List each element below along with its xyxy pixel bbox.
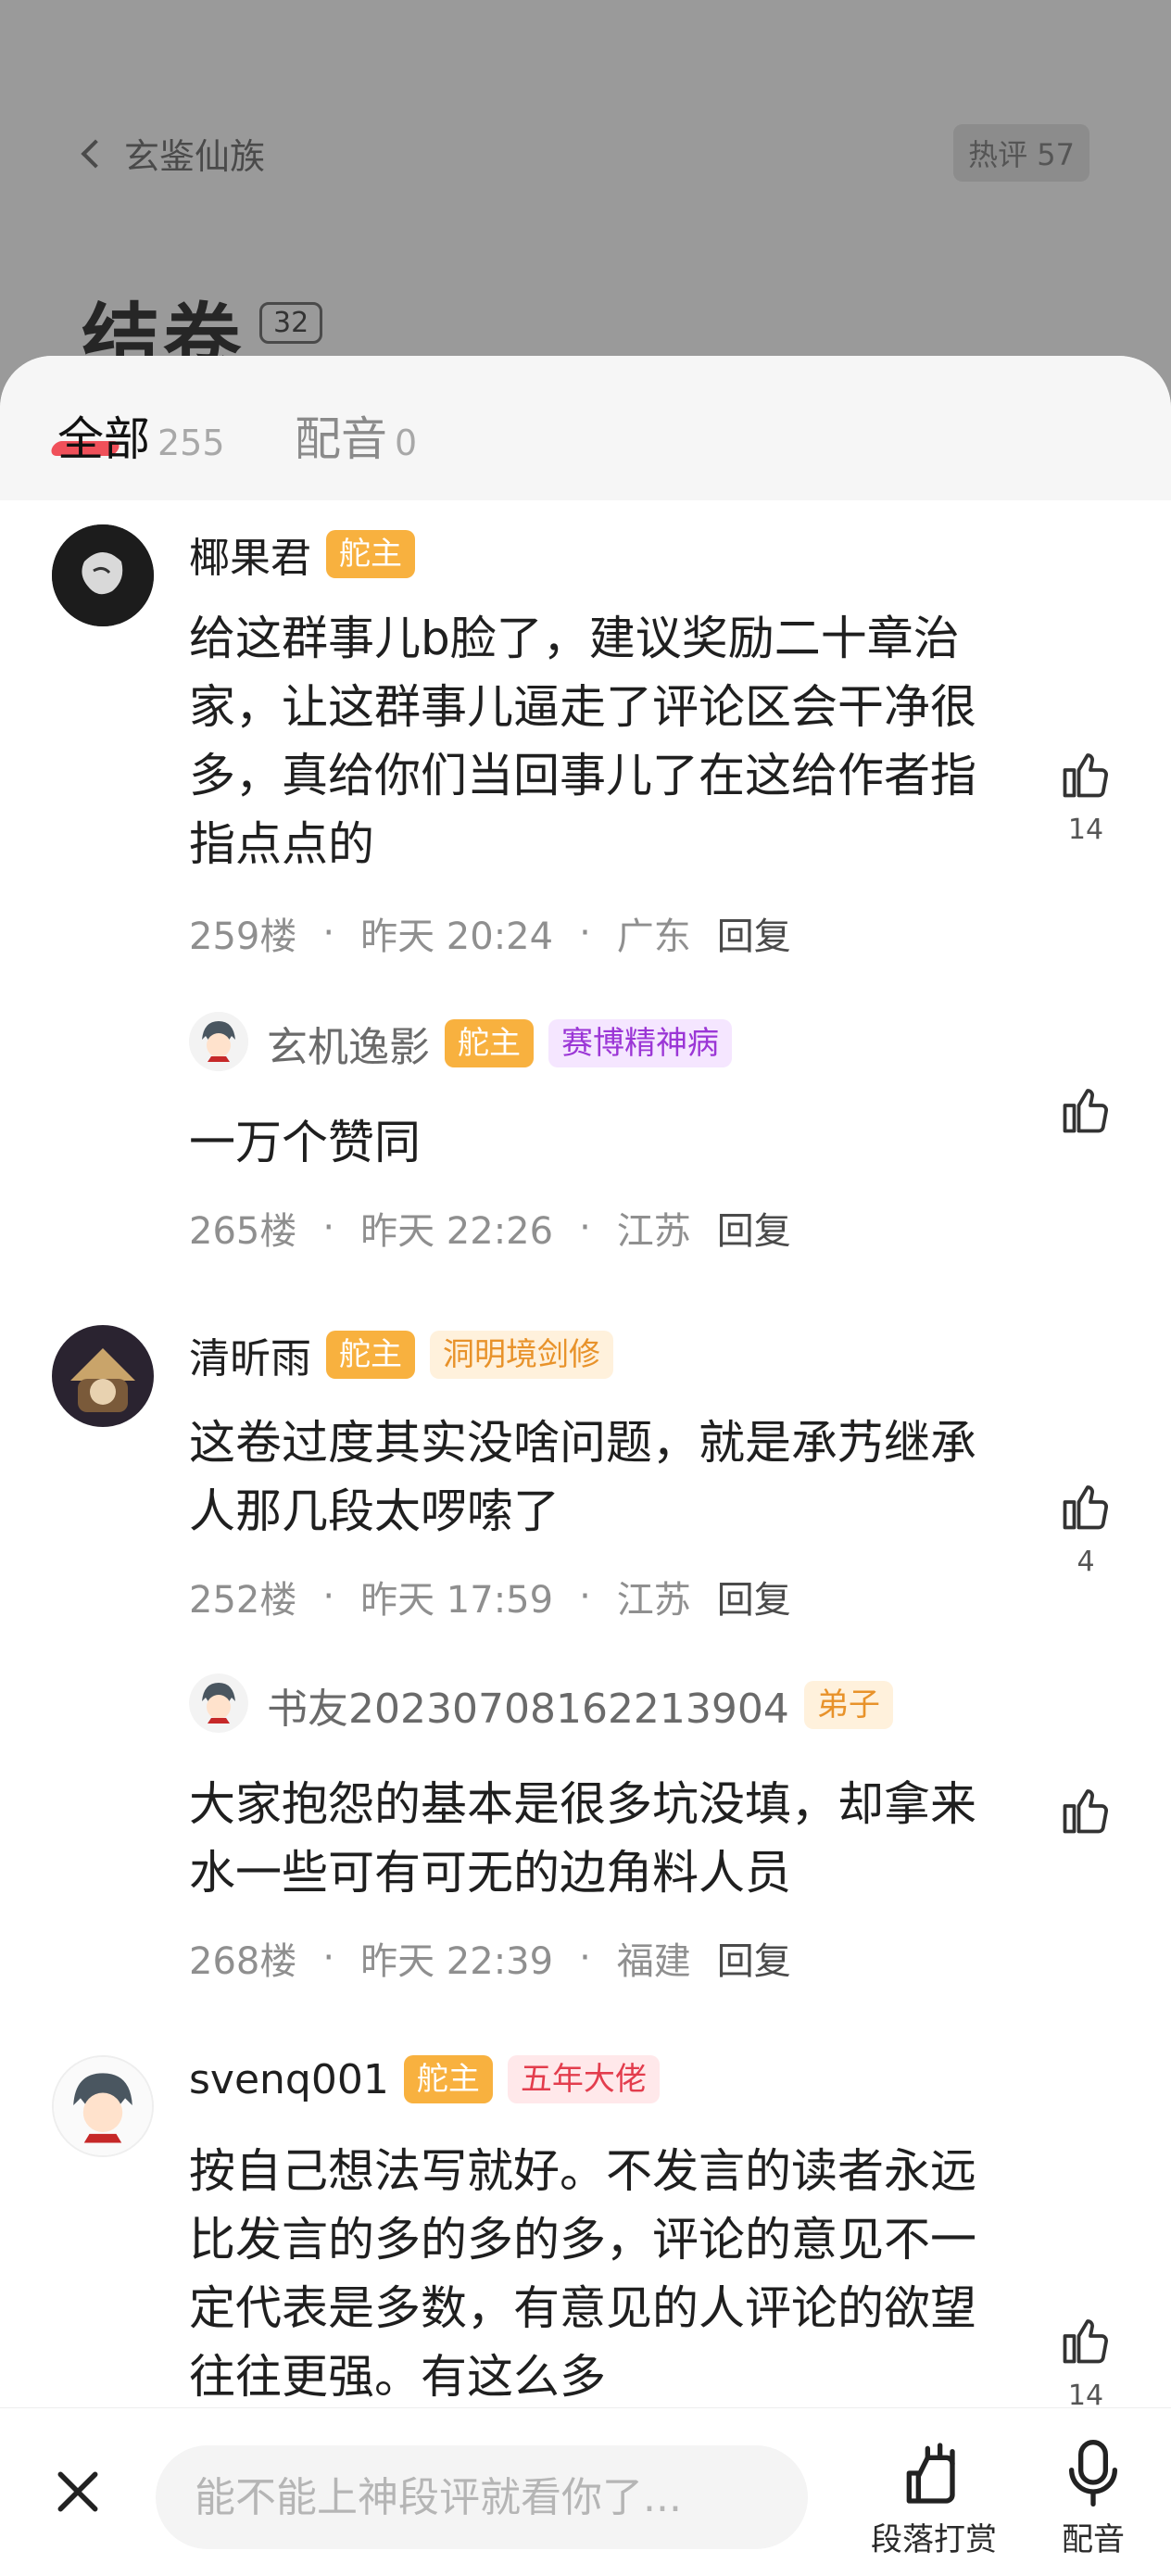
back-button[interactable]: 玄鉴仙族 xyxy=(81,128,266,179)
comment-header: 书友20230708162213904 弟子 xyxy=(267,1675,893,1735)
paragraph-tip-label: 段落打赏 xyxy=(871,2521,997,2558)
like-button[interactable] xyxy=(1056,1082,1115,1142)
comment-header: 清昕雨 舵主 洞明境剑修 xyxy=(189,1325,613,1384)
paragraph-tip-button[interactable]: 段落打赏 xyxy=(871,2436,997,2559)
comment-text[interactable]: 给这群事儿b脸了，建议奖励二十章治家，让这群事儿逼走了评论区会干净很多，真给你们… xyxy=(189,604,986,878)
comment-meta: 259楼 · 昨天 20:24 · 广东 回复 xyxy=(189,906,791,960)
floor-number: 268楼 xyxy=(189,1940,297,1983)
thumbs-up-icon xyxy=(1063,1089,1108,1133)
avatar[interactable] xyxy=(189,1673,248,1733)
username[interactable]: 清昕雨 xyxy=(189,1325,311,1384)
thumbs-up-icon xyxy=(1063,753,1108,798)
avatar-image-icon xyxy=(52,1325,154,1427)
like-count: 14 xyxy=(1067,814,1104,846)
avatar[interactable] xyxy=(52,1325,154,1427)
location: 江苏 xyxy=(616,1579,691,1622)
tab-bar: 全部 255 配音 0 xyxy=(0,356,1171,500)
like-count: 14 xyxy=(1067,2380,1104,2407)
comment-text[interactable]: 按自己想法写就好。不发言的读者永远比发言的多的多的多，评论的意见不一定代表是多数… xyxy=(189,2137,986,2407)
avatar[interactable] xyxy=(52,524,154,626)
tab-label: 全部 xyxy=(57,412,150,466)
tab-count: 255 xyxy=(157,423,225,463)
reply-button[interactable]: 回复 xyxy=(717,1931,791,1985)
title-badge: 赛博精神病 xyxy=(548,1018,732,1068)
chapter-comment-count[interactable]: 32 xyxy=(259,302,323,344)
comment-header: 椰果君 舵主 xyxy=(189,524,415,584)
reply-button[interactable]: 回复 xyxy=(717,1201,791,1255)
microphone-icon xyxy=(1069,2440,1117,2507)
like-count: 4 xyxy=(1077,1546,1095,1578)
floor-number: 252楼 xyxy=(189,1579,297,1622)
comment-meta: 252楼 · 昨天 17:59 · 江苏 回复 xyxy=(189,1570,791,1623)
helm-badge: 舵主 xyxy=(445,1018,534,1068)
location: 江苏 xyxy=(616,1210,691,1253)
avatar-image-icon xyxy=(189,1673,248,1733)
tab-dubbing[interactable]: 配音 0 xyxy=(295,402,417,469)
location: 广东 xyxy=(616,915,691,958)
book-title: 玄鉴仙族 xyxy=(124,136,266,177)
like-button[interactable] xyxy=(1056,1783,1115,1842)
comment-text[interactable]: 一万个赞同 xyxy=(189,1108,986,1177)
like-button[interactable]: 4 xyxy=(1056,1479,1115,1578)
comment-header: svenq001 舵主 五年大佬 xyxy=(189,2055,660,2104)
close-icon[interactable] xyxy=(52,2466,104,2518)
timestamp: 昨天 20:24 xyxy=(360,915,554,958)
comment-header: 玄机逸影 舵主 赛博精神病 xyxy=(267,1014,732,1073)
comment-text[interactable]: 大家抱怨的基本是很多坑没填，却拿来水一些可有可无的边角料人员 xyxy=(189,1770,986,1907)
helm-badge: 舵主 xyxy=(403,2055,493,2104)
dubbing-label: 配音 xyxy=(1062,2521,1125,2558)
tab-count: 0 xyxy=(395,423,418,463)
reply-button[interactable]: 回复 xyxy=(717,1570,791,1623)
back-chevron-icon xyxy=(81,138,110,169)
username[interactable]: 椰果君 xyxy=(189,524,311,584)
hand-tip-icon xyxy=(906,2443,955,2504)
username[interactable]: svenq001 xyxy=(189,2056,389,2103)
timestamp: 昨天 22:39 xyxy=(360,1940,554,1983)
like-button[interactable]: 14 xyxy=(1056,747,1115,846)
tab-all[interactable]: 全部 255 xyxy=(57,402,225,469)
comment-text[interactable]: 这卷过度其实没啥问题，就是承艿继承人那几段太啰嗦了 xyxy=(189,1408,986,1546)
username[interactable]: 玄机逸影 xyxy=(267,1014,430,1073)
location: 福建 xyxy=(616,1940,691,1983)
title-badge: 洞明境剑修 xyxy=(430,1330,613,1380)
hot-comments-badge[interactable]: 热评 57 xyxy=(953,124,1089,182)
thumbs-up-icon xyxy=(1063,1789,1108,1834)
timestamp: 昨天 22:26 xyxy=(360,1210,554,1253)
avatar[interactable] xyxy=(52,2055,154,2157)
reply-button[interactable]: 回复 xyxy=(717,906,791,960)
bottom-bar: 段落打赏 配音 xyxy=(0,2407,1171,2576)
username[interactable]: 书友20230708162213904 xyxy=(267,1675,789,1735)
floor-number: 265楼 xyxy=(189,1210,297,1253)
comment-meta: 265楼 · 昨天 22:26 · 江苏 回复 xyxy=(189,1201,791,1255)
helm-badge: 舵主 xyxy=(326,1330,415,1380)
avatar-image-icon xyxy=(52,524,154,626)
helm-badge: 舵主 xyxy=(326,529,415,579)
avatar-image-icon xyxy=(54,2057,152,2155)
timestamp: 昨天 17:59 xyxy=(360,1579,554,1622)
like-button[interactable]: 14 xyxy=(1056,2313,1115,2407)
thumbs-up-icon xyxy=(1063,1485,1108,1530)
dubbing-button[interactable]: 配音 xyxy=(1056,2436,1130,2559)
avatar-image-icon xyxy=(189,1012,248,1071)
comment-meta: 268楼 · 昨天 22:39 · 福建 回复 xyxy=(189,1931,791,1985)
tab-label: 配音 xyxy=(295,412,387,466)
title-badge: 五年大佬 xyxy=(507,2055,660,2104)
thumbs-up-icon xyxy=(1063,2319,1108,2364)
rank-badge: 弟子 xyxy=(803,1680,893,1730)
avatar[interactable] xyxy=(189,1012,248,1071)
floor-number: 259楼 xyxy=(189,915,297,958)
comment-input[interactable] xyxy=(156,2445,808,2549)
